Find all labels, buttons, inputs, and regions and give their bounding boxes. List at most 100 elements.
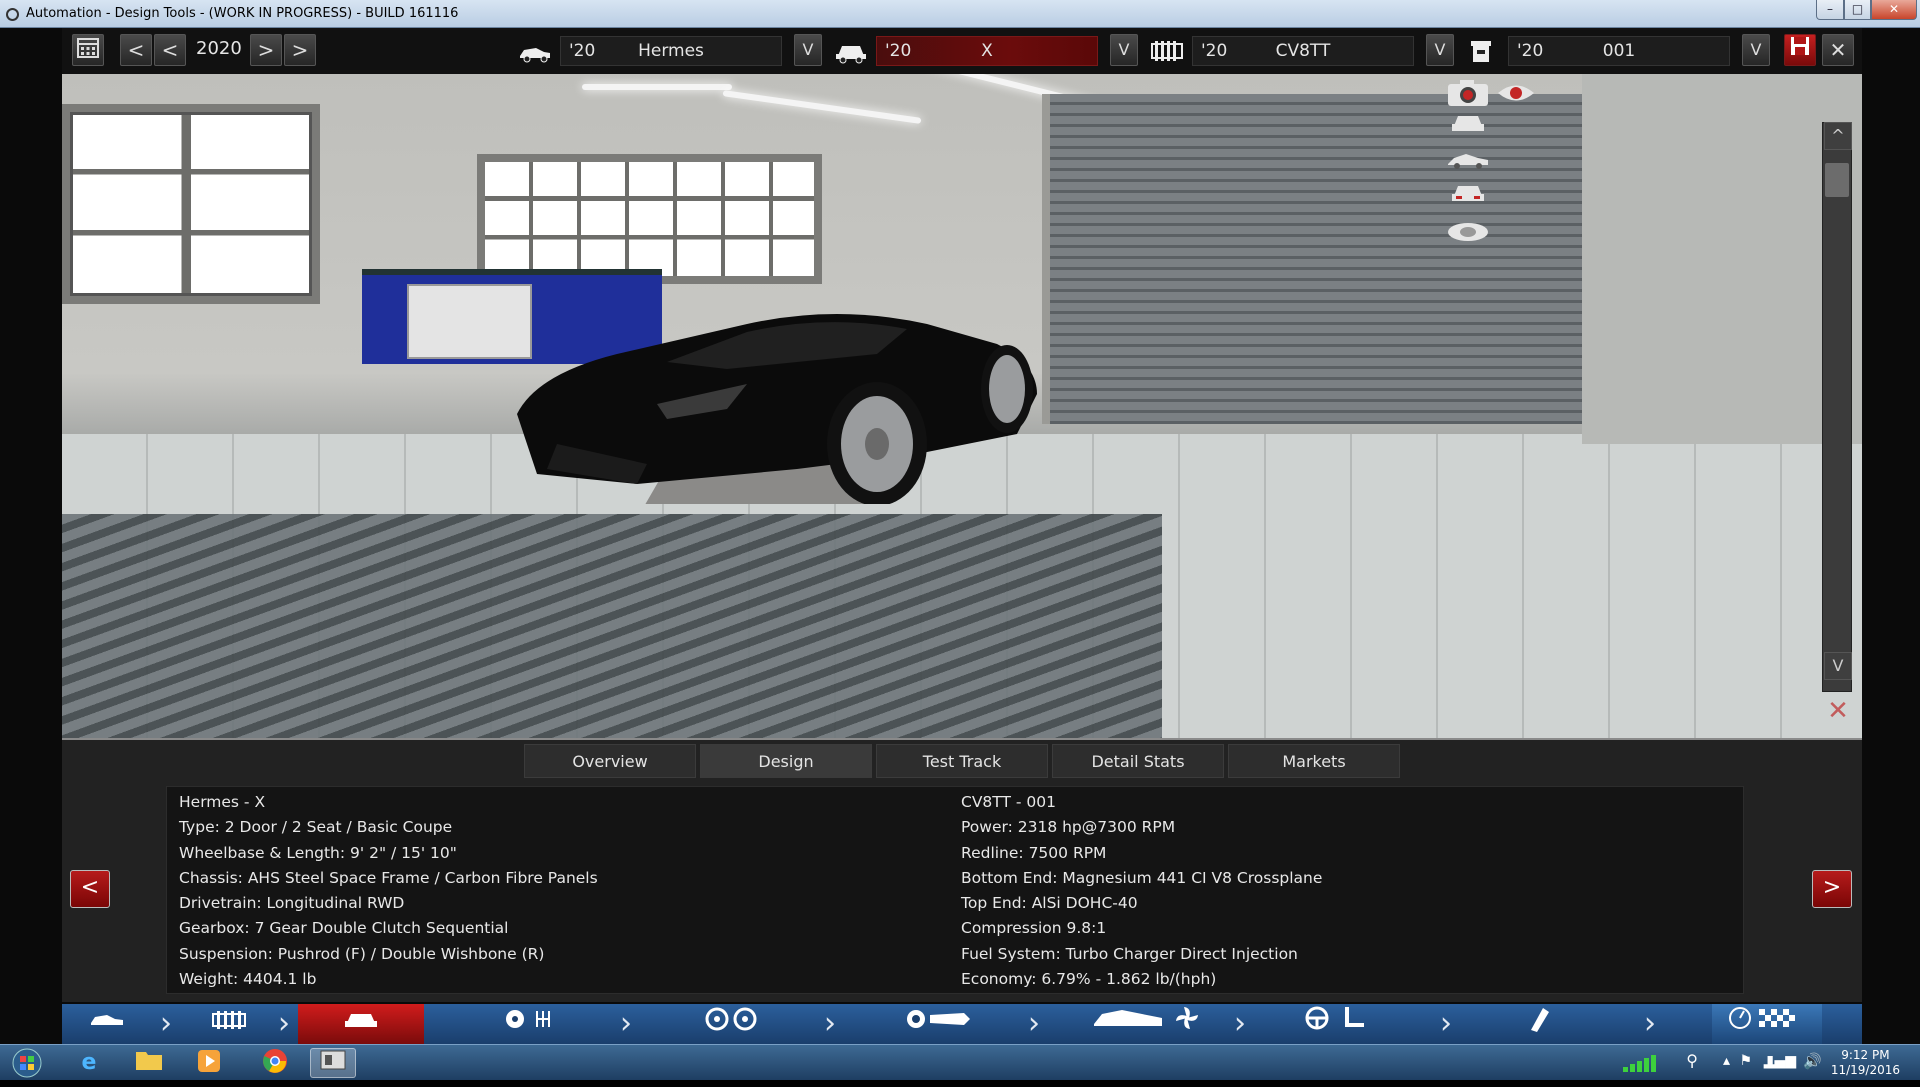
car-model-dropdown[interactable]: V	[794, 34, 822, 66]
step-interior[interactable]	[1282, 1004, 1392, 1044]
car-model-icon	[518, 38, 552, 64]
year-next-far-button[interactable]: >	[284, 34, 316, 66]
chevron-right-icon: ›	[1440, 1006, 1452, 1041]
car-type: Type: 2 Door / 2 Seat / Basic Coupe	[179, 818, 453, 837]
step-body-cooling[interactable]	[1072, 1004, 1222, 1044]
close-design-button[interactable]: ✕	[1822, 34, 1854, 66]
view-front-icon[interactable]	[1444, 112, 1492, 139]
year-display: 2020	[196, 38, 242, 59]
engine-redline: Redline: 7500 RPM	[961, 843, 1107, 862]
game-window: Automation - Design Tools - (WORK IN PRO…	[0, 0, 1920, 1080]
year-prev-button[interactable]: <	[154, 34, 186, 66]
step-engine[interactable]	[174, 1004, 284, 1044]
file-explorer-icon[interactable]	[126, 1048, 172, 1078]
chevron-right-icon: ›	[1644, 1006, 1656, 1041]
maximize-button[interactable]: □	[1844, 0, 1871, 20]
calendar-icon[interactable]	[72, 34, 104, 66]
tab-detail-stats[interactable]: Detail Stats	[1052, 744, 1224, 778]
car-wheelbase: Wheelbase & Length: 9' 2" / 15' 10"	[179, 843, 457, 862]
chevron-right-icon: ›	[278, 1006, 290, 1041]
internet-explorer-icon[interactable]: e	[66, 1048, 112, 1078]
car-gearbox: Gearbox: 7 Gear Double Clutch Sequential	[179, 919, 509, 938]
taskbar-clock[interactable]: 9:12 PM 11/19/2016	[1831, 1048, 1900, 1078]
view-side-icon[interactable]	[1444, 148, 1492, 176]
step-car-model[interactable]	[62, 1004, 152, 1044]
engine-power: Power: 2318 hp@7300 RPM	[961, 818, 1176, 837]
car-info-column: Hermes - X Type: 2 Door / 2 Seat / Basic…	[179, 793, 598, 995]
step-gearbox[interactable]	[478, 1004, 588, 1044]
save-icon	[1791, 37, 1809, 55]
car-trim-select[interactable]: '20 X	[876, 36, 1098, 66]
engine-family-icon	[1150, 38, 1184, 64]
view-top-icon[interactable]	[1444, 220, 1492, 250]
car-trim-name: X	[981, 41, 993, 61]
ceiling-light	[722, 90, 922, 124]
car-3d-viewport[interactable]: ^ V ✕	[62, 74, 1862, 738]
wifi-icon[interactable]: ▂▄▆	[1764, 1053, 1796, 1069]
car-trim-icon	[345, 1014, 377, 1027]
signal-bars-icon[interactable]	[1621, 1053, 1665, 1076]
media-player-icon[interactable]	[186, 1048, 232, 1078]
info-panel: Overview Design Test Track Detail Stats …	[62, 738, 1862, 1002]
flag-icon[interactable]: ⚑	[1739, 1053, 1752, 1069]
engine-family-select[interactable]: '20 CV8TT	[1192, 36, 1414, 66]
chevron-right-icon: ›	[824, 1006, 836, 1041]
step-brakes[interactable]	[884, 1004, 994, 1044]
engine-family-dropdown[interactable]: V	[1426, 34, 1454, 66]
engine-family-name: CV8TT	[1275, 41, 1331, 61]
engine-variant-select[interactable]: '20 001	[1508, 36, 1730, 66]
car-model-select[interactable]: '20 Hermes	[560, 36, 782, 66]
step-fuel[interactable]	[1510, 1004, 1570, 1044]
engine-name: CV8TT - 001	[961, 793, 1056, 811]
show-hidden-icons-icon[interactable]: ▴	[1723, 1053, 1730, 1069]
eye-icon[interactable]	[1492, 82, 1540, 110]
zoom-in-button[interactable]: ^	[1824, 122, 1852, 150]
wall-pillar	[1582, 74, 1862, 444]
window-close-button[interactable]: ✕	[1871, 0, 1917, 20]
car-weight: Weight: 4404.1 lb	[179, 970, 317, 989]
clock-date: 11/19/2016	[1830, 1063, 1900, 1077]
engine-variant-name: 001	[1602, 41, 1636, 61]
car-chassis: Chassis: AHS Steel Space Frame / Carbon …	[179, 868, 598, 887]
zoom-scroll-thumb[interactable]	[1825, 163, 1849, 197]
step-trim[interactable]	[298, 1004, 424, 1044]
engine-variant-dropdown[interactable]: V	[1742, 34, 1770, 66]
view-rear-icon[interactable]	[1444, 182, 1492, 210]
save-button[interactable]	[1784, 34, 1816, 66]
reset-view-icon[interactable]: ✕	[1814, 696, 1862, 726]
garage-shutter-door	[1042, 94, 1582, 424]
step-test-track[interactable]	[1712, 1004, 1822, 1044]
zoom-out-button[interactable]: V	[1824, 652, 1852, 680]
tab-design[interactable]: Design	[700, 744, 872, 778]
engine-bottom-end: Bottom End: Magnesium 441 CI V8 Crosspla…	[961, 868, 1323, 887]
car-drivetrain: Drivetrain: Longitudinal RWD	[179, 894, 405, 913]
design-step-bar: › › › › › › › ›	[62, 1004, 1862, 1044]
start-button[interactable]	[4, 1048, 50, 1078]
chevron-right-icon: ›	[1234, 1006, 1246, 1041]
year-next-button[interactable]: >	[250, 34, 282, 66]
car-suspension: Suspension: Pushrod (F) / Double Wishbon…	[179, 944, 545, 963]
car-model	[517, 294, 1057, 504]
zoom-scrollbar[interactable]	[1822, 122, 1852, 692]
automation-taskbar-item[interactable]	[310, 1048, 356, 1078]
camera-icon[interactable]	[1444, 78, 1492, 114]
prev-panel-button[interactable]: <	[70, 870, 110, 908]
window-titlebar: Automation - Design Tools - (WORK IN PRO…	[0, 0, 1920, 28]
year-prev-far-button[interactable]: <	[120, 34, 152, 66]
network-icon[interactable]: ⚲	[1686, 1051, 1698, 1070]
tab-markets[interactable]: Markets	[1228, 744, 1400, 778]
engine-top-end: Top End: AlSi DOHC-40	[961, 894, 1138, 913]
step-wheels[interactable]	[682, 1004, 782, 1044]
chrome-icon[interactable]	[252, 1048, 298, 1078]
tab-overview[interactable]: Overview	[524, 744, 696, 778]
os-taskbar: e ⚲ ▴ ⚑ ▮ ▂▄▆ 🔊 9:12 PM 11/19/2016	[0, 1044, 1920, 1080]
volume-icon[interactable]: 🔊	[1803, 1052, 1822, 1070]
body-cooling-icon	[1094, 1007, 1198, 1029]
car-trim-dropdown[interactable]: V	[1110, 34, 1138, 66]
tab-test-track[interactable]: Test Track	[876, 744, 1048, 778]
test-track-icon	[1729, 1007, 1795, 1029]
next-panel-button[interactable]: >	[1812, 870, 1852, 908]
engine-fuel-system: Fuel System: Turbo Charger Direct Inject…	[961, 944, 1298, 963]
app-icon	[6, 8, 19, 21]
minimize-button[interactable]: –	[1816, 0, 1844, 20]
